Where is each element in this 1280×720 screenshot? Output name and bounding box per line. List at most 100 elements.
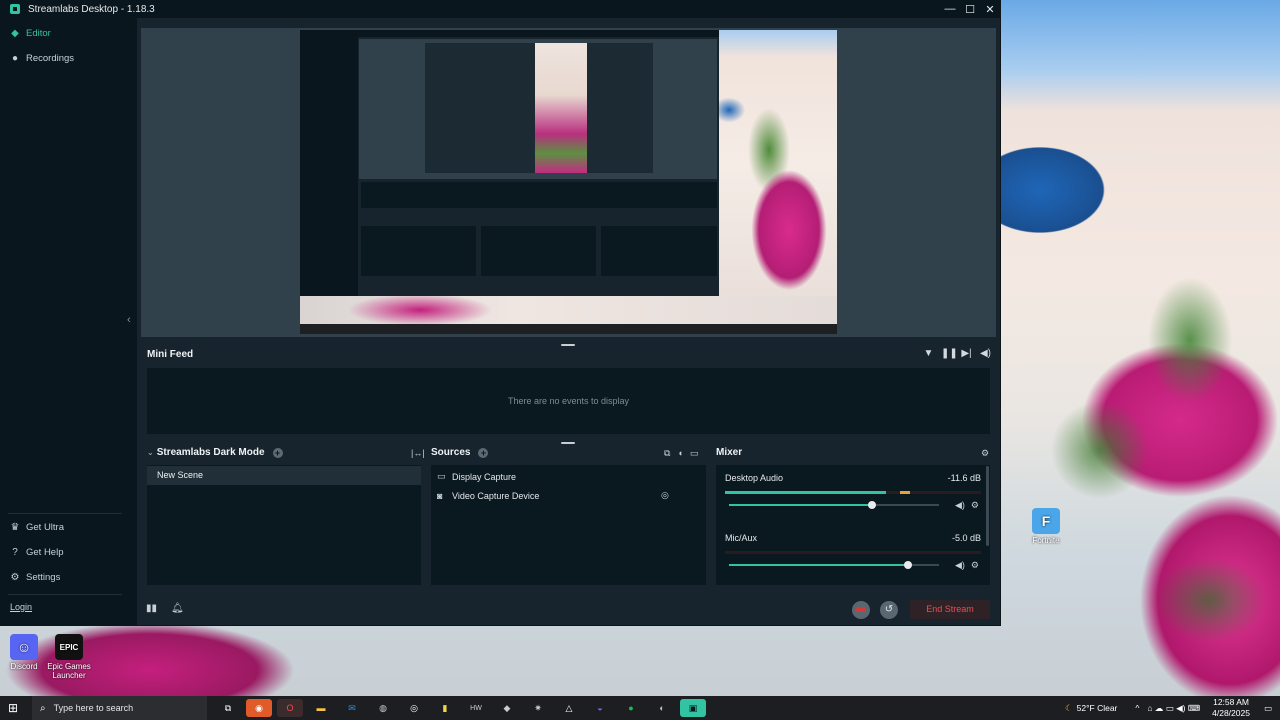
sources-header: Sources +: [431, 447, 489, 458]
mini-feed-panel: There are no events to display: [147, 368, 990, 434]
title-bar: Streamlabs Desktop - 1.18.3 — ☐ ✕: [0, 0, 1000, 18]
mixer-title: Mixer: [716, 447, 743, 458]
desktop-icon-label: Fortnite: [1032, 536, 1060, 545]
sidebar-item-get-help[interactable]: ? Get Help: [10, 546, 64, 558]
taskbar-clock[interactable]: 12:58 AM 4/28/2025: [1212, 697, 1250, 719]
minimize-button[interactable]: —: [940, 0, 960, 18]
footer-bar: [137, 595, 1000, 625]
system-tray: ☾ 52°F Clear ^ ⌂ ☁ ▭ ◀) ⌨ 12:58 AM 4/28/2…: [1065, 696, 1280, 720]
meter-level: [725, 491, 887, 494]
mute-speaker-icon[interactable]: ◀): [955, 500, 965, 511]
close-button[interactable]: ✕: [980, 0, 1000, 18]
sidebar-item-get-ultra[interactable]: ♛ Get Ultra: [10, 521, 65, 533]
notifications-bell-icon[interactable]: 🔔︎: [171, 603, 184, 614]
windows-start-icon[interactable]: ⊞: [8, 701, 18, 715]
mixer-panel: Desktop Audio -11.6 dB ◀) ⚙ Mic/Aux -5.0…: [716, 465, 990, 585]
visibility-hidden-icon[interactable]: ◎: [661, 490, 669, 501]
add-source-button[interactable]: +: [478, 447, 489, 458]
sidebar-divider: [8, 513, 122, 514]
spotify-icon[interactable]: ●: [618, 699, 644, 717]
file-explorer-icon[interactable]: ▬: [308, 699, 334, 717]
resize-handle[interactable]: [561, 344, 575, 346]
app-icon[interactable]: ◒: [587, 699, 613, 717]
mixer-settings-gear-icon[interactable]: ⚙: [981, 448, 989, 459]
sidebar-item-settings[interactable]: ⚙ Settings: [10, 571, 61, 583]
filter-icon[interactable]: ▼: [922, 348, 935, 359]
scene-item[interactable]: New Scene: [147, 466, 421, 485]
sidebar-item-editor[interactable]: ◆ Editor: [10, 28, 51, 39]
chrome-icon[interactable]: ◉: [246, 699, 272, 717]
app-icon[interactable]: △: [556, 699, 582, 717]
notifications-icon[interactable]: ▭: [1264, 703, 1272, 714]
mixer-scrollbar[interactable]: [986, 466, 989, 546]
sidebar-item-label: Get Help: [26, 547, 64, 558]
search-icon: ⌕: [40, 702, 46, 714]
desktop-icon-discord[interactable]: ☺ Discord: [0, 634, 48, 671]
pause-icon[interactable]: ❚❚: [941, 348, 958, 359]
streamlabs-taskbar-icon[interactable]: ▣: [680, 699, 706, 717]
weather-text[interactable]: 52°F Clear: [1077, 703, 1118, 713]
volume-slider[interactable]: [729, 501, 939, 509]
scenes-panel: New Scene: [147, 465, 421, 585]
volume-slider[interactable]: [729, 561, 939, 569]
skip-icon[interactable]: ▶|: [960, 348, 973, 359]
channel-gear-icon[interactable]: ⚙: [971, 500, 979, 511]
task-view-icon[interactable]: ⧉: [215, 699, 241, 717]
source-item-video-capture[interactable]: ◙ Video Capture Device: [437, 491, 539, 501]
transition-icon[interactable]: |↔|: [411, 448, 425, 458]
app-icon[interactable]: ✷: [525, 699, 551, 717]
tray-icons[interactable]: ⌂ ☁ ▭ ◀) ⌨: [1147, 703, 1200, 714]
app-icon[interactable]: ◆: [494, 699, 520, 717]
resize-handle[interactable]: [561, 442, 575, 444]
sidebar-item-label: Get Ultra: [26, 522, 65, 533]
epic-games-icon: EPIC: [55, 634, 83, 660]
editor-icon: ◆: [11, 27, 19, 39]
audio-meter: [725, 551, 981, 554]
opera-icon[interactable]: O: [277, 699, 303, 717]
taskbar-search[interactable]: ⌕ Type here to search: [32, 696, 207, 720]
preview-nested-window: [300, 30, 719, 296]
obs-icon[interactable]: ◎: [401, 699, 427, 717]
sidebar-item-label: Settings: [26, 572, 61, 583]
source-item-display-capture[interactable]: ▭ Display Capture: [437, 471, 516, 482]
discord-icon: ☺: [10, 634, 38, 660]
record-button[interactable]: [852, 601, 870, 619]
streamlabs-logo-icon: [10, 4, 20, 14]
outlook-icon[interactable]: ✉: [339, 699, 365, 717]
sidebar: ◆ Editor ● Recordings ♛ Get Ultra ? Get …: [0, 18, 137, 625]
add-scene-button[interactable]: +: [272, 447, 283, 458]
volume-slider-knob[interactable]: [903, 561, 912, 569]
recordings-icon: ●: [11, 52, 19, 64]
channel-gear-icon[interactable]: ⚙: [971, 560, 979, 571]
scene-collection-title[interactable]: Streamlabs Dark Mode: [157, 447, 265, 458]
steam-icon[interactable]: ◐: [649, 699, 675, 717]
volume-icon[interactable]: ◀): [979, 348, 992, 359]
hwinfo-icon[interactable]: HW: [463, 699, 489, 717]
volume-slider-knob[interactable]: [867, 501, 876, 509]
mini-feed-controls: ▼ ❚❚ ▶| ◀): [922, 348, 992, 359]
end-stream-button[interactable]: End Stream: [910, 600, 990, 619]
sidebar-item-label: Recordings: [26, 53, 75, 64]
desktop-icon-fortnite[interactable]: F Fortnite: [1022, 508, 1070, 545]
group-icon[interactable]: ⧉: [664, 448, 670, 459]
performance-chart-icon[interactable]: ▮▮: [146, 603, 157, 614]
app-icon[interactable]: ◍: [370, 699, 396, 717]
sticky-notes-icon[interactable]: ▮: [432, 699, 458, 717]
replay-buffer-button[interactable]: ↺: [880, 601, 898, 619]
folder-icon[interactable]: ▭: [690, 448, 699, 459]
gear-icon: ⚙: [10, 571, 20, 583]
chevron-down-icon[interactable]: ⌄: [147, 448, 154, 457]
help-icon: ?: [12, 546, 18, 558]
login-link[interactable]: Login: [10, 602, 32, 612]
mini-feed-empty-message: There are no events to display: [507, 396, 630, 406]
maximize-button[interactable]: ☐: [960, 0, 980, 18]
desktop-icon-epic-games[interactable]: EPIC Epic Games Launcher: [45, 634, 93, 680]
chevron-up-icon[interactable]: ^: [1135, 703, 1139, 713]
speaker-icon[interactable]: ◖: [677, 448, 682, 459]
mute-speaker-icon[interactable]: ◀): [955, 560, 965, 571]
crown-icon: ♛: [10, 521, 20, 533]
collapse-sidebar-chevron-icon[interactable]: ‹: [127, 314, 131, 326]
sidebar-item-recordings[interactable]: ● Recordings: [10, 53, 74, 64]
sidebar-divider: [8, 594, 122, 595]
stream-preview[interactable]: [300, 30, 837, 334]
